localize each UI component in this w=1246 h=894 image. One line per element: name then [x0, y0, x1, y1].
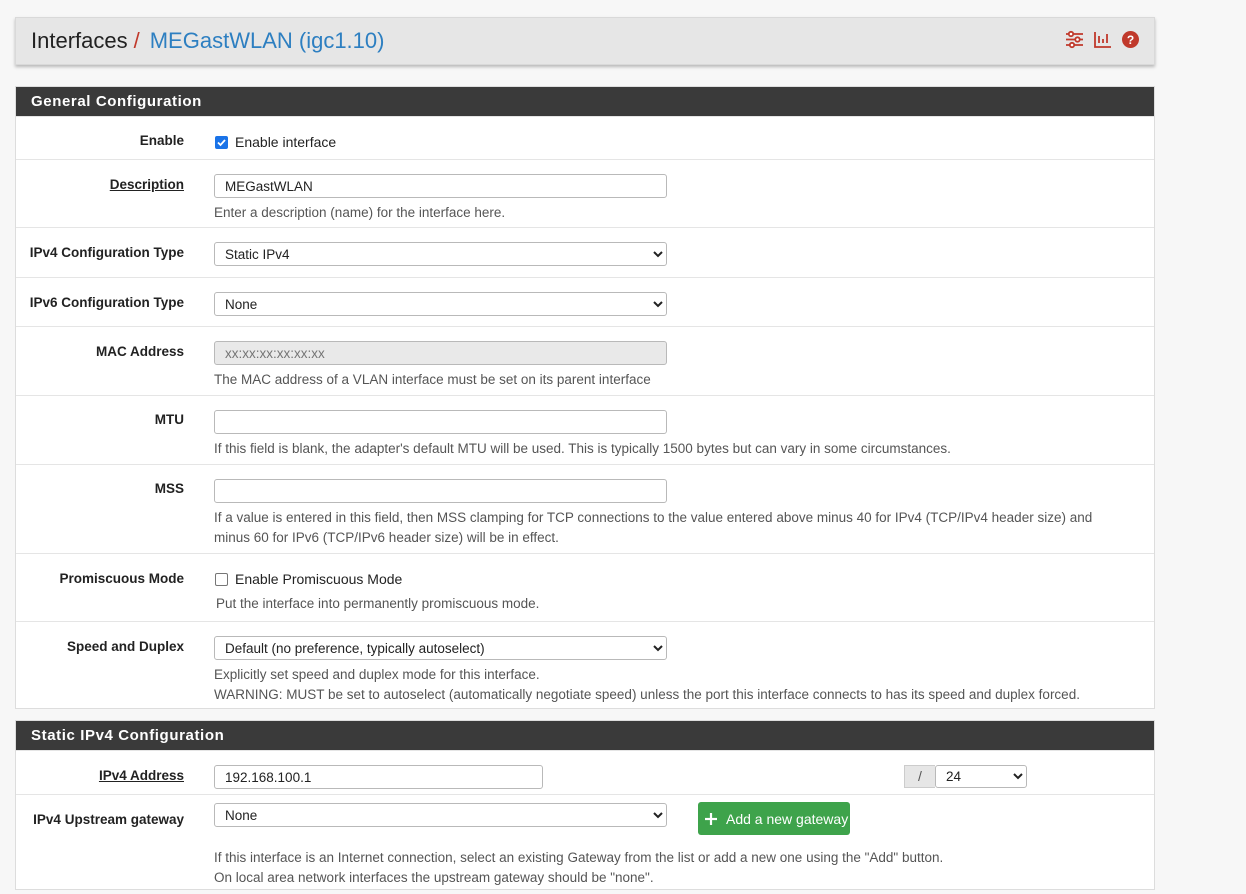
help-icon[interactable]: ? — [1121, 30, 1140, 49]
breadcrumb-root[interactable]: Interfaces — [31, 28, 128, 54]
ipv6-type-select[interactable]: None — [214, 292, 667, 316]
promiscuous-help: Put the interface into permanently promi… — [216, 596, 540, 611]
plus-icon — [705, 812, 717, 825]
gateway-help-line1: If this interface is an Internet connect… — [214, 850, 944, 865]
mtu-help: If this field is blank, the adapter's de… — [214, 441, 951, 456]
ipv4-gateway-select[interactable]: None — [214, 803, 667, 827]
promiscuous-checkbox-text: Enable Promiscuous Mode — [235, 571, 403, 587]
promiscuous-checkbox[interactable]: Enable Promiscuous Mode — [215, 571, 402, 587]
mac-address-input — [214, 341, 667, 365]
mac-address-help: The MAC address of a VLAN interface must… — [214, 372, 651, 387]
description-help: Enter a description (name) for the inter… — [214, 205, 506, 220]
description-input[interactable] — [214, 174, 667, 198]
ipv4-type-label: IPv4 Configuration Type — [29, 245, 184, 260]
mtu-label: MTU — [154, 412, 184, 427]
breadcrumb-current[interactable]: MEGastWLAN (igc1.10) — [150, 28, 385, 54]
mss-input[interactable] — [214, 479, 667, 503]
enable-row: Enable Enable interface — [16, 116, 1154, 159]
ipv4-address-row: IPv4 Address / 24 — [16, 750, 1154, 794]
speed-help-line2: WARNING: MUST be set to autoselect (auto… — [214, 687, 1080, 702]
svg-text:?: ? — [1127, 33, 1134, 47]
mss-help-line1: If a value is entered in this field, the… — [214, 510, 1093, 525]
ipv4-gateway-row: IPv4 Upstream gateway None Add a new gat… — [16, 794, 1154, 894]
enable-interface-checkbox[interactable]: Enable interface — [215, 134, 336, 150]
mss-label: MSS — [154, 481, 184, 496]
bar-chart-icon[interactable] — [1093, 30, 1112, 49]
panel-heading-general: General Configuration — [16, 87, 1154, 116]
enable-interface-text: Enable interface — [235, 134, 337, 150]
panel-heading-static-ipv4: Static IPv4 Configuration — [16, 721, 1154, 750]
checkbox-unchecked-icon[interactable] — [215, 572, 228, 586]
mtu-row: MTU If this field is blank, the adapter'… — [16, 395, 1154, 464]
gateway-help-line2: On local area network interfaces the ups… — [214, 870, 654, 885]
description-label: Description — [109, 177, 184, 192]
promiscuous-label: Promiscuous Mode — [59, 571, 184, 586]
add-gateway-button[interactable]: Add a new gateway — [698, 802, 850, 835]
mtu-input[interactable] — [214, 410, 667, 434]
enable-label: Enable — [139, 133, 184, 148]
breadcrumb: Interfaces / MEGastWLAN (igc1.10) ? — [15, 17, 1155, 65]
mss-help-line2: minus 60 for IPv6 (TCP/IPv6 header size)… — [214, 530, 559, 545]
description-row: Description Enter a description (name) f… — [16, 159, 1154, 227]
header-icons: ? — [1065, 30, 1140, 49]
add-gateway-label: Add a new gateway — [726, 810, 849, 827]
mac-address-row: MAC Address The MAC address of a VLAN in… — [16, 326, 1154, 395]
speed-duplex-label: Speed and Duplex — [66, 639, 184, 654]
ipv4-address-input[interactable] — [214, 765, 543, 789]
ipv6-type-label: IPv6 Configuration Type — [29, 295, 184, 310]
ipv4-type-row: IPv4 Configuration Type Static IPv4 — [16, 227, 1154, 277]
breadcrumb-separator: / — [133, 28, 140, 53]
ipv6-type-row: IPv6 Configuration Type None — [16, 277, 1154, 326]
checkbox-checked-icon[interactable] — [215, 135, 228, 149]
ipv4-gateway-label: IPv4 Upstream gateway — [33, 812, 184, 827]
speed-help-line1: Explicitly set speed and duplex mode for… — [214, 667, 540, 682]
speed-duplex-select[interactable]: Default (no preference, typically autose… — [214, 636, 667, 660]
promiscuous-row: Promiscuous Mode Enable Promiscuous Mode… — [16, 553, 1154, 621]
ipv4-address-label: IPv4 Address — [98, 768, 184, 783]
mss-row: MSS If a value is entered in this field,… — [16, 464, 1154, 553]
ipv4-type-select[interactable]: Static IPv4 — [214, 242, 667, 266]
speed-duplex-row: Speed and Duplex Default (no preference,… — [16, 621, 1154, 710]
static-ipv4-panel: Static IPv4 Configuration IPv4 Address /… — [15, 720, 1155, 890]
general-configuration-panel: General Configuration Enable Enable inte… — [15, 86, 1155, 709]
sliders-icon[interactable] — [1065, 30, 1084, 49]
mac-address-label: MAC Address — [95, 344, 184, 359]
cidr-select[interactable]: 24 — [935, 765, 1027, 788]
cidr-slash-addon: / — [904, 765, 935, 788]
